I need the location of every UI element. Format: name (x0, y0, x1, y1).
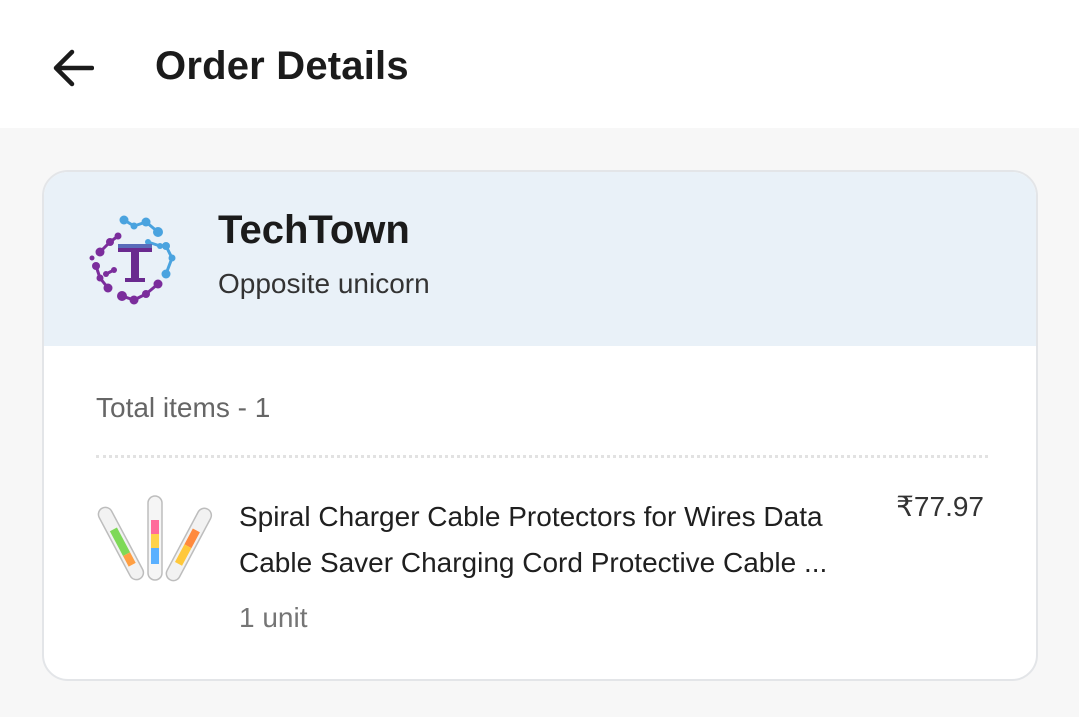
product-price: ₹77.97 (896, 491, 984, 522)
store-header[interactable]: TechTown Opposite unicorn (44, 172, 1036, 346)
product-image[interactable] (96, 494, 214, 586)
back-button[interactable] (44, 40, 100, 96)
store-address: Opposite unicorn (218, 268, 430, 299)
product-name-line-2: Cable Saver Charging Cord Protective Cab… (239, 547, 828, 578)
store-name: TechTown (218, 208, 410, 252)
total-items-label: Total items - 1 (96, 392, 271, 423)
page-title: Order Details (155, 44, 409, 88)
arrow-left-icon (53, 49, 94, 87)
store-logo (89, 215, 176, 305)
product-name[interactable]: Spiral Charger Cable Protectors for Wire… (239, 494, 899, 586)
product-name-line-1: Spiral Charger Cable Protectors for Wire… (239, 501, 823, 532)
dotted-divider (96, 455, 988, 458)
top-app-bar: Order Details (0, 0, 1079, 128)
product-quantity: 1 unit (239, 602, 308, 633)
order-card: TechTown Opposite unicorn Total items - … (42, 170, 1038, 681)
